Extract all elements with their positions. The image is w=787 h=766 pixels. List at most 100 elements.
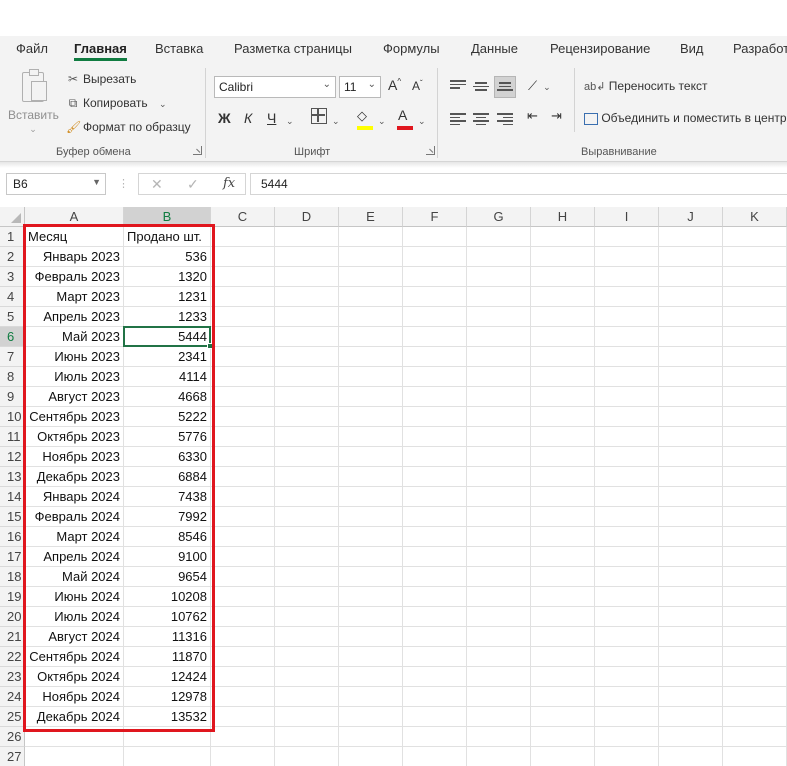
cell-j12[interactable]: [659, 447, 723, 467]
cell-k4[interactable]: [723, 287, 787, 307]
cell-e13[interactable]: [339, 467, 403, 487]
cell-f18[interactable]: [403, 567, 467, 587]
cell-f1[interactable]: [403, 227, 467, 247]
cut-button[interactable]: ✂ Вырезать: [66, 72, 136, 86]
clipboard-launcher-icon[interactable]: [193, 146, 202, 155]
cell-e2[interactable]: [339, 247, 403, 267]
cell-h22[interactable]: [531, 647, 595, 667]
cell-i21[interactable]: [595, 627, 659, 647]
cell-j15[interactable]: [659, 507, 723, 527]
cell-b23[interactable]: 12424: [124, 667, 211, 687]
cell-c23[interactable]: [211, 667, 275, 687]
row-header-16[interactable]: 16: [0, 527, 25, 547]
wrap-text-button[interactable]: ab↲ Переносить текст: [584, 79, 707, 93]
cell-i27[interactable]: [595, 747, 659, 766]
cell-a25[interactable]: Декабрь 2024: [25, 707, 124, 727]
format-painter-button[interactable]: 🖌 Формат по образцу: [66, 120, 191, 134]
cell-k22[interactable]: [723, 647, 787, 667]
confirm-icon[interactable]: ✓: [187, 176, 199, 193]
cell-j7[interactable]: [659, 347, 723, 367]
cell-c1[interactable]: [211, 227, 275, 247]
fill-color-button[interactable]: ◇: [357, 107, 373, 130]
cell-h20[interactable]: [531, 607, 595, 627]
row-header-11[interactable]: 11: [0, 427, 25, 447]
column-header-j[interactable]: J: [659, 207, 723, 227]
cell-a21[interactable]: Август 2024: [25, 627, 124, 647]
cell-d13[interactable]: [275, 467, 339, 487]
cell-b17[interactable]: 9100: [124, 547, 211, 567]
cell-j9[interactable]: [659, 387, 723, 407]
decrease-font-size-button[interactable]: Aˇ: [412, 79, 423, 93]
cell-e16[interactable]: [339, 527, 403, 547]
cell-d23[interactable]: [275, 667, 339, 687]
align-middle-icon[interactable]: [473, 82, 489, 94]
tab-page-layout[interactable]: Разметка страницы: [234, 41, 352, 56]
cell-j6[interactable]: [659, 327, 723, 347]
row-header-25[interactable]: 25: [0, 707, 25, 727]
cell-b2[interactable]: 536: [124, 247, 211, 267]
cell-g21[interactable]: [467, 627, 531, 647]
cell-c17[interactable]: [211, 547, 275, 567]
cell-i17[interactable]: [595, 547, 659, 567]
cell-e6[interactable]: [339, 327, 403, 347]
cell-h18[interactable]: [531, 567, 595, 587]
cell-a2[interactable]: Январь 2023: [25, 247, 124, 267]
cell-b22[interactable]: 11870: [124, 647, 211, 667]
cell-k7[interactable]: [723, 347, 787, 367]
tab-file[interactable]: Файл: [16, 41, 48, 56]
cell-b7[interactable]: 2341: [124, 347, 211, 367]
cell-h25[interactable]: [531, 707, 595, 727]
cell-f16[interactable]: [403, 527, 467, 547]
cell-f10[interactable]: [403, 407, 467, 427]
cell-f11[interactable]: [403, 427, 467, 447]
cell-a19[interactable]: Июнь 2024: [25, 587, 124, 607]
cell-b24[interactable]: 12978: [124, 687, 211, 707]
cell-j21[interactable]: [659, 627, 723, 647]
row-header-2[interactable]: 2: [0, 247, 25, 267]
cell-a13[interactable]: Декабрь 2023: [25, 467, 124, 487]
cell-j4[interactable]: [659, 287, 723, 307]
cell-h11[interactable]: [531, 427, 595, 447]
cell-c27[interactable]: [211, 747, 275, 766]
font-name-select[interactable]: Calibri ⌄: [214, 76, 336, 98]
cell-k11[interactable]: [723, 427, 787, 447]
column-header-k[interactable]: K: [723, 207, 787, 227]
cell-c7[interactable]: [211, 347, 275, 367]
cell-h23[interactable]: [531, 667, 595, 687]
cell-j5[interactable]: [659, 307, 723, 327]
cell-k13[interactable]: [723, 467, 787, 487]
cell-e5[interactable]: [339, 307, 403, 327]
cell-j11[interactable]: [659, 427, 723, 447]
cell-d16[interactable]: [275, 527, 339, 547]
cell-h21[interactable]: [531, 627, 595, 647]
increase-indent-button[interactable]: ⇥: [551, 108, 562, 124]
orientation-button[interactable]: ⟋ ⌄: [528, 78, 551, 94]
cell-k8[interactable]: [723, 367, 787, 387]
cell-d11[interactable]: [275, 427, 339, 447]
cell-e22[interactable]: [339, 647, 403, 667]
tab-developer[interactable]: Разработ: [733, 41, 787, 56]
cell-h26[interactable]: [531, 727, 595, 747]
cell-a12[interactable]: Ноябрь 2023: [25, 447, 124, 467]
cell-a16[interactable]: Март 2024: [25, 527, 124, 547]
cell-f25[interactable]: [403, 707, 467, 727]
cell-i23[interactable]: [595, 667, 659, 687]
cell-f27[interactable]: [403, 747, 467, 766]
cell-f26[interactable]: [403, 727, 467, 747]
cell-j17[interactable]: [659, 547, 723, 567]
tab-insert[interactable]: Вставка: [155, 41, 203, 56]
cell-i5[interactable]: [595, 307, 659, 327]
cell-g17[interactable]: [467, 547, 531, 567]
cell-e4[interactable]: [339, 287, 403, 307]
cell-e11[interactable]: [339, 427, 403, 447]
cell-g12[interactable]: [467, 447, 531, 467]
cell-e10[interactable]: [339, 407, 403, 427]
cell-j2[interactable]: [659, 247, 723, 267]
row-header-7[interactable]: 7: [0, 347, 25, 367]
cell-g3[interactable]: [467, 267, 531, 287]
cell-j25[interactable]: [659, 707, 723, 727]
cell-e18[interactable]: [339, 567, 403, 587]
cell-b20[interactable]: 10762: [124, 607, 211, 627]
cell-i7[interactable]: [595, 347, 659, 367]
italic-button[interactable]: К: [244, 110, 252, 126]
